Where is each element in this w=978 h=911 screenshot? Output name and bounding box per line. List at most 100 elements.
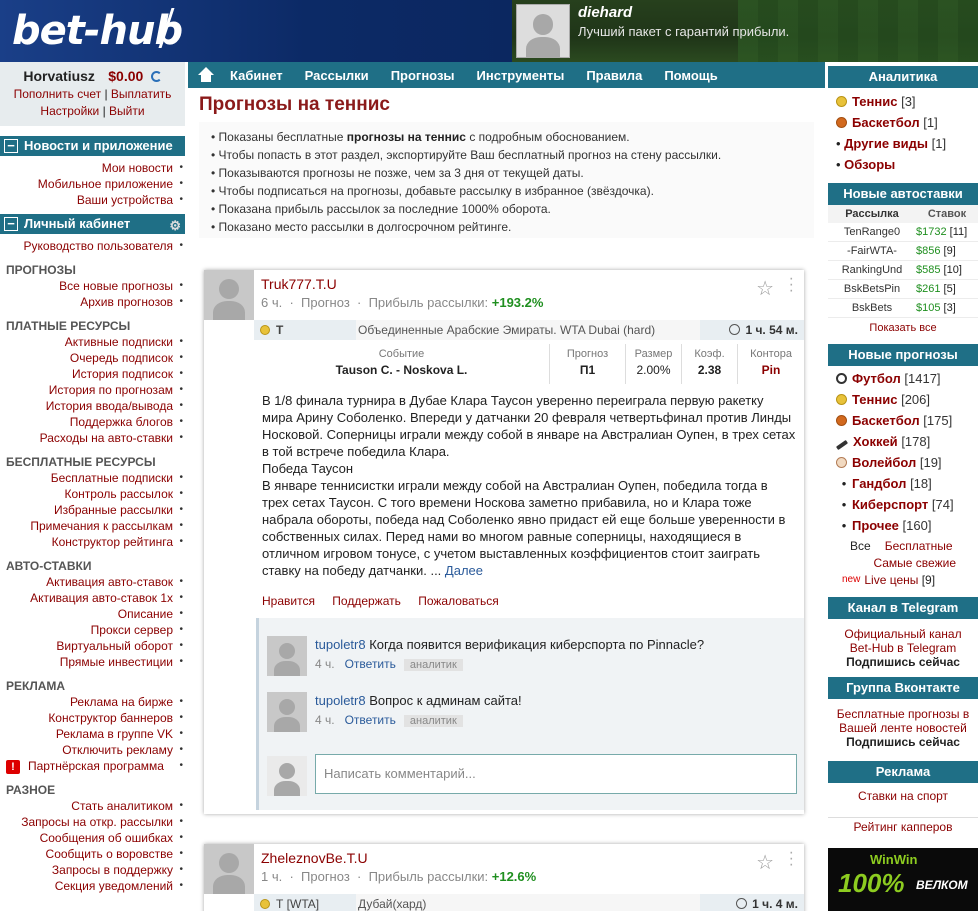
sidebar-link[interactable]: Прямые инвестиции (60, 655, 173, 669)
sidebar-link[interactable]: Активация авто-ставок (46, 575, 173, 589)
author-avatar[interactable] (204, 844, 254, 894)
analytics-item[interactable]: Баскетбол [1] (836, 112, 978, 133)
news-section-header[interactable]: − Новости и приложение (0, 136, 185, 156)
new-forecast-item[interactable]: • Киберспорт [74] (836, 494, 978, 515)
site-logo[interactable]: bet-hub (0, 0, 512, 62)
collapse-icon[interactable]: − (4, 217, 18, 231)
partner-program-link[interactable]: Партнёрская программа (28, 759, 164, 773)
analytics-item[interactable]: • Обзоры (836, 154, 978, 175)
promo-banner[interactable]: diehard Лучший пакет с гарантий прибыли. (512, 0, 978, 62)
new-forecast-item[interactable]: • Прочее [160] (836, 515, 978, 536)
withdraw-link[interactable]: Выплатить (111, 87, 172, 101)
autobet-row[interactable]: BskBets $105 [3] (828, 299, 978, 318)
home-icon[interactable] (196, 67, 216, 83)
sidebar-link[interactable]: Избранные рассылки (54, 503, 173, 517)
telegram-box[interactable]: Официальный канал Bet-Hub в Telegram Подп… (828, 619, 978, 673)
gear-icon[interactable]: ⚙ (169, 216, 181, 236)
sidebar-link[interactable]: Сообщить о воровстве (46, 847, 173, 861)
sidebar-link[interactable]: Бесплатные подписки (51, 471, 173, 485)
sidebar-link[interactable]: Запросы в поддержку (52, 863, 173, 877)
collapse-icon[interactable]: − (4, 139, 18, 153)
vk-box[interactable]: Бесплатные прогнозы в Вашей ленте новост… (828, 699, 978, 753)
sidebar-link[interactable]: Конструктор баннеров (48, 711, 173, 725)
new-forecast-item[interactable]: Хоккей [178] (835, 431, 978, 452)
new-forecast-item[interactable]: Футбол [1417] (836, 368, 978, 389)
sidebar-link[interactable]: Контроль рассылок (65, 487, 174, 501)
autobet-row[interactable]: -FairWTA- $856 [9] (828, 242, 978, 261)
sidebar-link[interactable]: Виртуальный оборот (56, 639, 173, 653)
settings-link[interactable]: Настройки (40, 104, 99, 118)
filter-all[interactable]: Все (850, 539, 871, 553)
nav-forecasts[interactable]: Прогнозы (391, 68, 455, 83)
ad-banner[interactable]: WinWin 100% ВЕЛКОМ (828, 848, 978, 911)
new-forecast-item[interactable]: Баскетбол [175] (836, 410, 978, 431)
read-more-link[interactable]: Далее (445, 563, 483, 578)
author-avatar[interactable] (204, 270, 254, 320)
cappers-rating-link[interactable]: Рейтинг капперов (854, 820, 953, 834)
sidebar-link[interactable]: Активные подписки (65, 335, 173, 349)
sidebar-link[interactable]: История подписок (72, 367, 173, 381)
like-button[interactable]: Нравится (262, 594, 315, 608)
promo-user[interactable]: diehard (578, 4, 632, 21)
commenter-name[interactable]: tupoletr8 (315, 637, 366, 652)
report-button[interactable]: Пожаловаться (418, 594, 499, 608)
sidebar-link[interactable]: Все новые прогнозы (59, 279, 173, 293)
new-forecast-item[interactable]: Теннис [206] (836, 389, 978, 410)
rating-box[interactable]: Рейтинг капперов (828, 817, 978, 838)
sports-betting-link[interactable]: Ставки на спорт (858, 789, 948, 803)
sidebar-link[interactable]: История по прогнозам (49, 383, 173, 397)
sidebar-link[interactable]: Архив прогнозов (80, 295, 173, 309)
sidebar-link[interactable]: Активация авто-ставок 1х (30, 591, 173, 605)
author-name[interactable]: Truk777.T.U (261, 276, 337, 292)
sidebar-link[interactable]: Запросы на откр. рассылки (21, 815, 173, 829)
more-menu-icon[interactable]: · · · (789, 271, 794, 299)
commenter-name[interactable]: tupoletr8 (315, 693, 366, 708)
comment-input[interactable]: Написать комментарий... (315, 754, 797, 794)
new-forecast-item[interactable]: Волейбол [19] (836, 452, 978, 473)
sidebar-link[interactable]: Отключить рекламу (62, 743, 173, 757)
deposit-link[interactable]: Пополнить счет (14, 87, 102, 101)
cabinet-section-header[interactable]: − Личный кабинет ⚙ (0, 214, 185, 234)
new-forecast-item[interactable]: • Гандбол [18] (836, 473, 978, 494)
autobet-row[interactable]: BskBetsPin $261 [5] (828, 280, 978, 299)
sidebar-link[interactable]: Описание (118, 607, 173, 621)
ad-link-box[interactable]: Ставки на спорт (828, 783, 978, 817)
analytics-item[interactable]: • Другие виды [1] (836, 133, 978, 154)
filter-free[interactable]: Бесплатные (885, 539, 953, 553)
nav-mailings[interactable]: Рассылки (305, 68, 369, 83)
favorite-star-icon[interactable]: ☆ (756, 850, 774, 875)
sidebar-link[interactable]: Очередь подписок (70, 351, 173, 365)
sidebar-link[interactable]: Секция уведомлений (55, 879, 173, 893)
autobet-row[interactable]: RankingUnd $585 [10] (828, 261, 978, 280)
user-guide-link[interactable]: Руководство пользователя (24, 239, 173, 253)
devices-link[interactable]: Ваши устройства (77, 193, 173, 207)
sidebar-link[interactable]: Конструктор рейтинга (52, 535, 173, 549)
sidebar-link[interactable]: Реклама на бирже (70, 695, 173, 709)
live-prices-link[interactable]: Live цены (864, 573, 918, 587)
sidebar-link[interactable]: Сообщения об ошибках (40, 831, 173, 845)
sidebar-link[interactable]: История ввода/вывода (46, 399, 173, 413)
sidebar-link[interactable]: Реклама в группе VK (56, 727, 173, 741)
filter-fresh[interactable]: Самые свежие (873, 556, 956, 570)
analytics-item[interactable]: Теннис [3] (836, 91, 978, 112)
logout-link[interactable]: Выйти (109, 104, 145, 118)
mobile-app-link[interactable]: Мобильное приложение (38, 177, 173, 191)
favorite-star-icon[interactable]: ☆ (756, 276, 774, 301)
show-all-link[interactable]: Показать все (828, 318, 978, 338)
my-news-link[interactable]: Мои новости (102, 161, 173, 175)
nav-help[interactable]: Помощь (664, 68, 717, 83)
commenter-avatar[interactable] (267, 636, 307, 676)
support-button[interactable]: Поддержать (332, 594, 401, 608)
nav-tools[interactable]: Инструменты (477, 68, 565, 83)
sidebar-link[interactable]: Поддержка блогов (70, 415, 173, 429)
refresh-icon[interactable] (150, 71, 162, 82)
autobet-row[interactable]: TenRange0 $1732 [11] (828, 223, 978, 242)
reply-link[interactable]: Ответить (345, 713, 396, 727)
reply-link[interactable]: Ответить (345, 657, 396, 671)
more-menu-icon[interactable]: · · · (789, 845, 794, 873)
sidebar-link[interactable]: Расходы на авто-ставки (40, 431, 173, 445)
sidebar-link[interactable]: Стать аналитиком (71, 799, 173, 813)
sidebar-link[interactable]: Примечания к рассылкам (30, 519, 173, 533)
author-name[interactable]: ZheleznovBe.T.U (261, 850, 368, 866)
nav-cabinet[interactable]: Кабинет (230, 68, 283, 83)
